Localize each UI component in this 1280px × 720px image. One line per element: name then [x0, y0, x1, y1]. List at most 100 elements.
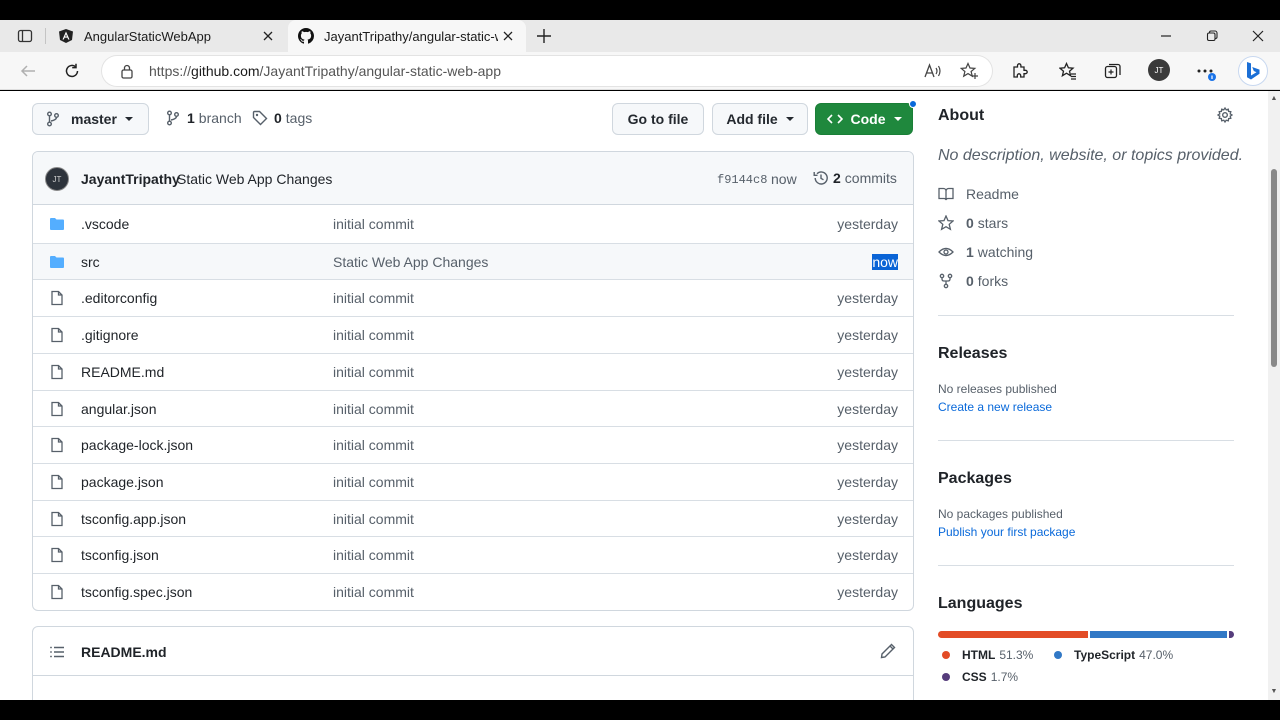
extensions-puzzle-icon[interactable]: [1010, 61, 1030, 81]
table-row[interactable]: .editorconfig initial commit yesterday: [33, 279, 913, 316]
url-host: github.com: [191, 63, 260, 79]
branch-name: master: [71, 111, 117, 127]
refresh-icon[interactable]: [62, 61, 82, 81]
table-row[interactable]: .gitignore initial commit yesterday: [33, 316, 913, 353]
file-commit-message[interactable]: initial commit: [333, 327, 414, 343]
commits-label: commits: [844, 170, 897, 186]
tab-close-icon[interactable]: [260, 28, 276, 44]
table-row[interactable]: package-lock.json initial commit yesterday: [33, 426, 913, 463]
file-icon: [49, 437, 65, 453]
minimize-icon[interactable]: [1156, 26, 1176, 46]
file-commit-message[interactable]: initial commit: [333, 401, 414, 417]
list-unordered-icon[interactable]: [49, 644, 65, 660]
readme-link[interactable]: Readme: [938, 186, 1019, 202]
scroll-down-arrow-icon[interactable]: ▼: [1270, 688, 1278, 696]
bing-copilot-icon[interactable]: [1238, 56, 1268, 86]
sidebar-divider: [938, 565, 1234, 566]
packages-heading[interactable]: Packages: [938, 470, 1012, 488]
lock-icon[interactable]: [119, 63, 135, 79]
tags-link[interactable]: 0 tags: [252, 110, 312, 126]
file-name[interactable]: tsconfig.app.json: [81, 511, 186, 527]
file-name[interactable]: package.json: [81, 474, 164, 490]
forks-link[interactable]: 0 forks: [938, 273, 1008, 289]
file-commit-message[interactable]: initial commit: [333, 474, 414, 490]
favorite-star-icon[interactable]: [960, 62, 978, 80]
new-tab-plus-icon[interactable]: [534, 26, 554, 46]
releases-heading[interactable]: Releases: [938, 345, 1007, 363]
page-scrollbar[interactable]: ▲ ▼: [1268, 91, 1280, 700]
file-name[interactable]: tsconfig.spec.json: [81, 584, 192, 600]
create-release-link[interactable]: Create a new release: [938, 400, 1052, 414]
language-html[interactable]: HTML 51.3%: [942, 648, 1033, 662]
sidebar-divider: [938, 440, 1234, 441]
readme-title[interactable]: README.md: [81, 644, 167, 660]
branches-link[interactable]: 1 branch: [165, 110, 242, 126]
file-commit-message[interactable]: initial commit: [333, 547, 414, 563]
file-commit-message[interactable]: initial commit: [333, 511, 414, 527]
file-name[interactable]: .vscode: [81, 216, 129, 232]
scrollbar-thumb[interactable]: [1271, 169, 1277, 367]
commit-message[interactable]: Static Web App Changes: [177, 171, 332, 187]
tab-actions-icon[interactable]: [15, 26, 35, 46]
table-row[interactable]: .vscode initial commit yesterday: [33, 206, 913, 243]
file-name[interactable]: tsconfig.json: [81, 547, 159, 563]
code-button[interactable]: Code: [815, 103, 913, 135]
add-file-button[interactable]: Add file: [712, 103, 808, 135]
table-row[interactable]: src Static Web App Changes now: [33, 242, 913, 280]
avatar-initials: JT: [52, 174, 62, 184]
tab-github-repo[interactable]: JayantTripathy/angular-static-web-app: [288, 20, 526, 52]
file-name[interactable]: .gitignore: [81, 327, 139, 343]
file-name[interactable]: .editorconfig: [81, 290, 157, 306]
table-row[interactable]: angular.json initial commit yesterday: [33, 389, 913, 427]
close-window-icon[interactable]: [1248, 26, 1268, 46]
table-row[interactable]: tsconfig.app.json initial commit yesterday: [33, 499, 913, 537]
more-menu-icon[interactable]: [1196, 61, 1216, 81]
browser-toolbar: https://github.com/JayantTripathy/angula…: [0, 52, 1280, 90]
commit-author[interactable]: JayantTripathy: [81, 171, 180, 187]
commit-sha[interactable]: f9144c8: [717, 173, 767, 187]
chevron-down-icon: [124, 117, 133, 121]
url-text[interactable]: https://github.com/JayantTripathy/angula…: [149, 63, 501, 79]
table-row[interactable]: tsconfig.json initial commit yesterday: [33, 536, 913, 573]
file-commit-message[interactable]: initial commit: [333, 364, 414, 380]
file-age: yesterday: [837, 511, 898, 527]
scroll-up-arrow-icon[interactable]: ▲: [1270, 95, 1278, 103]
watchers-link[interactable]: 1 watching: [938, 244, 1033, 260]
language-percent: 1.7%: [990, 670, 1019, 684]
file-name[interactable]: angular.json: [81, 401, 157, 417]
tab-angular-app[interactable]: AngularStaticWebApp: [48, 20, 286, 52]
language-typescript[interactable]: TypeScript 47.0%: [1054, 648, 1173, 662]
file-name[interactable]: package-lock.json: [81, 437, 193, 453]
back-arrow-icon[interactable]: [18, 61, 38, 81]
latest-commit-bar: JT JayantTripathy Static Web App Changes…: [33, 152, 913, 205]
history-icon: [813, 170, 829, 186]
restore-icon[interactable]: [1202, 26, 1222, 46]
tab-close-icon[interactable]: [500, 28, 516, 44]
address-bar[interactable]: https://github.com/JayantTripathy/angula…: [102, 56, 992, 86]
publish-package-link[interactable]: Publish your first package: [938, 525, 1075, 539]
file-commit-message[interactable]: initial commit: [333, 437, 414, 453]
table-row[interactable]: tsconfig.spec.json initial commit yesterda…: [33, 573, 913, 610]
table-row[interactable]: package.json initial commit yesterday: [33, 462, 913, 500]
language-css[interactable]: CSS 1.7%: [942, 670, 1018, 684]
commits-link[interactable]: 2 commits: [813, 170, 897, 186]
pencil-icon[interactable]: [880, 643, 896, 659]
language-name: CSS: [962, 670, 987, 684]
branches-label: branch: [198, 110, 242, 126]
file-commit-message[interactable]: initial commit: [333, 216, 414, 232]
stars-link[interactable]: 0 stars: [938, 215, 1008, 231]
collections-icon[interactable]: [1103, 61, 1123, 81]
favorites-icon[interactable]: [1058, 61, 1078, 81]
gear-icon[interactable]: [1217, 107, 1233, 123]
read-aloud-icon[interactable]: [924, 62, 942, 80]
file-commit-message[interactable]: Static Web App Changes: [333, 254, 488, 270]
go-to-file-button[interactable]: Go to file: [612, 103, 704, 135]
table-row[interactable]: README.md initial commit yesterday: [33, 352, 913, 390]
file-commit-message[interactable]: initial commit: [333, 584, 414, 600]
branch-selector-button[interactable]: master: [32, 103, 149, 135]
profile-avatar[interactable]: JT: [1148, 59, 1170, 81]
file-commit-message[interactable]: initial commit: [333, 290, 414, 306]
file-name[interactable]: README.md: [81, 364, 164, 380]
avatar[interactable]: JT: [45, 167, 69, 191]
file-name[interactable]: src: [81, 254, 100, 270]
